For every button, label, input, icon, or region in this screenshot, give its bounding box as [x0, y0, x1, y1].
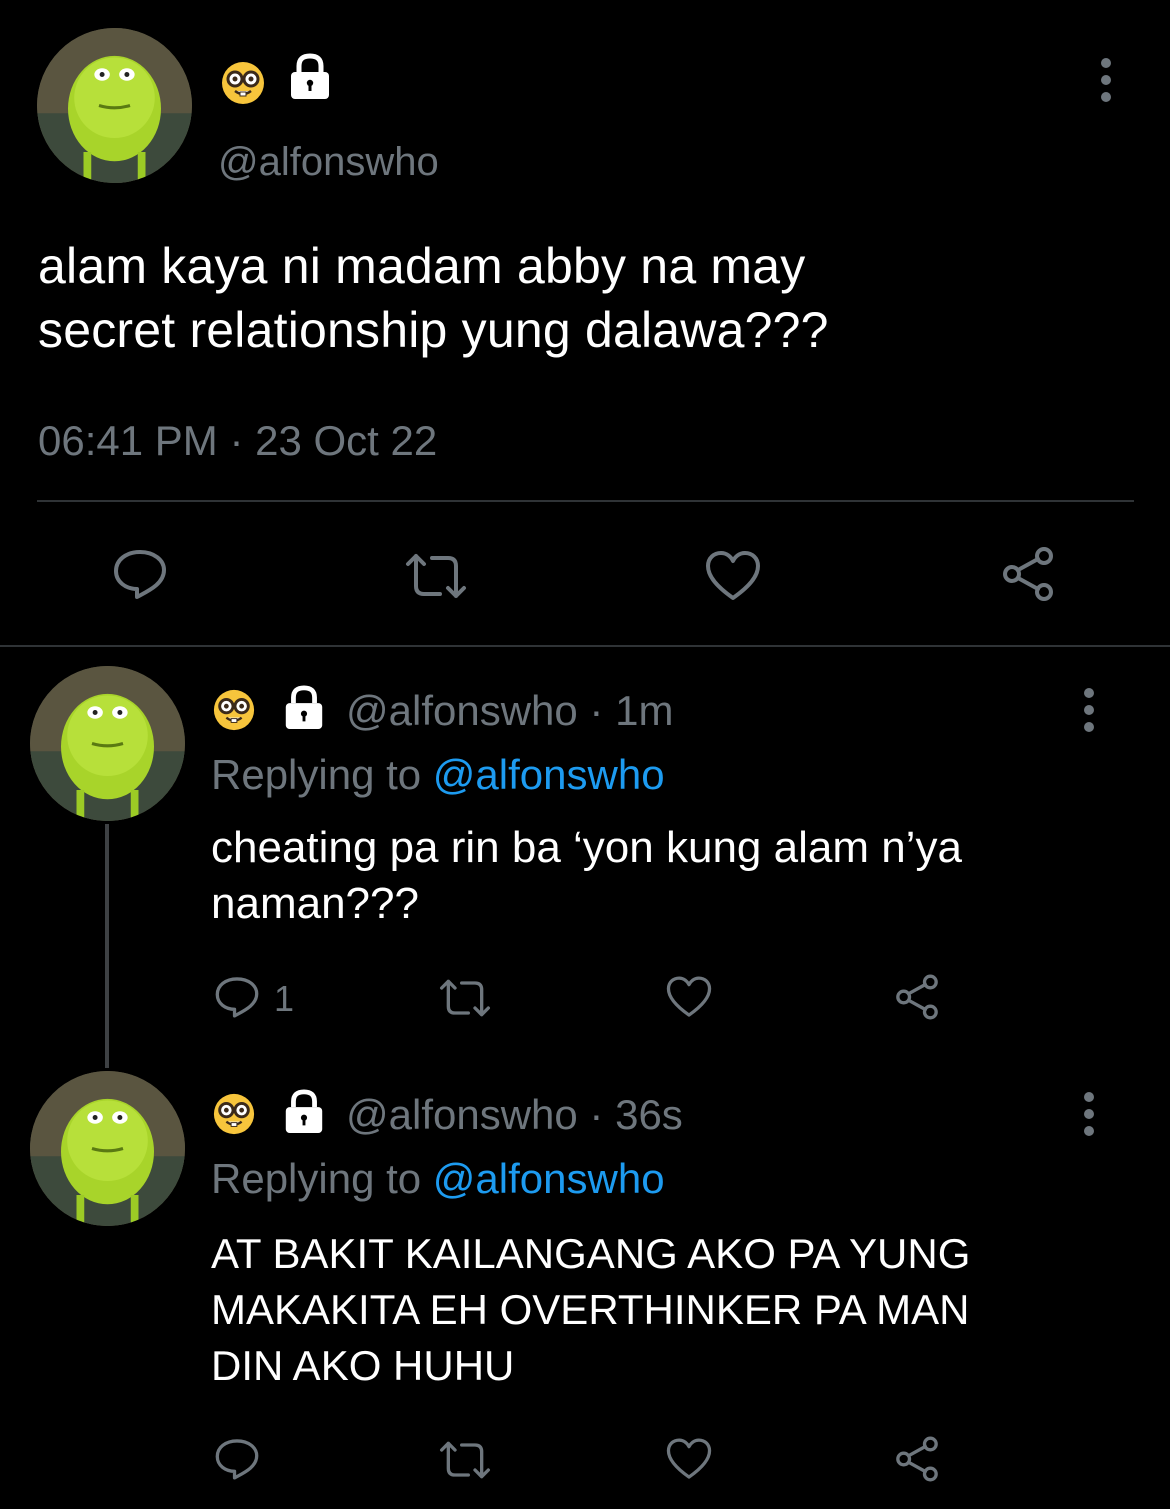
replying-to-handle-link[interactable]: @alfonswho	[433, 1155, 665, 1202]
avatar[interactable]	[30, 1071, 185, 1226]
avatar[interactable]	[37, 28, 192, 183]
reply-handle-time[interactable]: @alfonswho · 1m	[346, 686, 673, 736]
avatar-image	[30, 666, 185, 821]
more-icon[interactable]	[1100, 58, 1112, 109]
reply-text: cheating pa rin ba ‘yon kung alam n’ya n…	[211, 820, 962, 932]
reply-handle-time[interactable]: @alfonswho · 36s	[346, 1090, 683, 1140]
main-tweet-text-line2: secret relationship yung dalawa???	[38, 302, 829, 358]
reply-text-line2: naman???	[211, 879, 419, 928]
lock-icon	[285, 685, 323, 730]
replying-to-label: Replying to	[211, 751, 422, 798]
more-icon[interactable]	[1083, 688, 1095, 739]
retweet-icon[interactable]	[435, 1438, 495, 1482]
nerd-face-emoji	[213, 689, 255, 731]
share-icon[interactable]	[892, 1434, 942, 1484]
reply-text-line1: cheating pa rin ba ‘yon kung alam n’ya	[211, 823, 962, 872]
like-icon[interactable]	[664, 1436, 714, 1482]
avatar[interactable]	[30, 666, 185, 821]
reply-icon[interactable]	[110, 546, 170, 602]
retweet-icon[interactable]	[400, 550, 472, 602]
nerd-face-emoji	[222, 62, 264, 104]
divider	[37, 500, 1134, 502]
avatar-image	[37, 28, 192, 183]
nerd-face-emoji	[213, 1093, 255, 1135]
thread-line	[105, 824, 109, 1068]
replying-to: Replying to @alfonswho	[211, 750, 665, 800]
replying-to-handle-link[interactable]: @alfonswho	[433, 751, 665, 798]
like-icon[interactable]	[664, 974, 714, 1020]
lock-icon	[291, 53, 329, 99]
share-icon[interactable]	[998, 544, 1058, 604]
main-tweet-text: alam kaya ni madam abby na may secret re…	[38, 234, 829, 362]
section-divider	[0, 645, 1170, 647]
retweet-icon[interactable]	[435, 976, 495, 1020]
replying-to-label: Replying to	[211, 1155, 422, 1202]
reply-text-line1: AT BAKIT KAILANGANG AKO PA YUNG	[211, 1230, 971, 1277]
like-icon[interactable]	[703, 548, 763, 604]
reply-text-line2: MAKAKITA EH OVERTHINKER PA MAN	[211, 1286, 970, 1333]
reply-count: 1	[274, 978, 295, 1019]
main-handle[interactable]: @alfonswho	[218, 138, 439, 186]
main-tweet-text-line1: alam kaya ni madam abby na may	[38, 238, 806, 294]
more-icon[interactable]	[1083, 1092, 1095, 1143]
share-icon[interactable]	[892, 972, 942, 1022]
reply-icon[interactable]	[212, 1436, 262, 1482]
lock-icon	[285, 1089, 323, 1134]
reply-icon[interactable]	[212, 974, 262, 1020]
avatar-image	[30, 1071, 185, 1226]
replying-to: Replying to @alfonswho	[211, 1154, 665, 1204]
reply-text-line3: DIN AKO HUHU	[211, 1342, 515, 1389]
reply-text: AT BAKIT KAILANGANG AKO PA YUNG MAKAKITA…	[211, 1226, 970, 1394]
main-timestamp[interactable]: 06:41 PM · 23 Oct 22	[38, 416, 437, 466]
